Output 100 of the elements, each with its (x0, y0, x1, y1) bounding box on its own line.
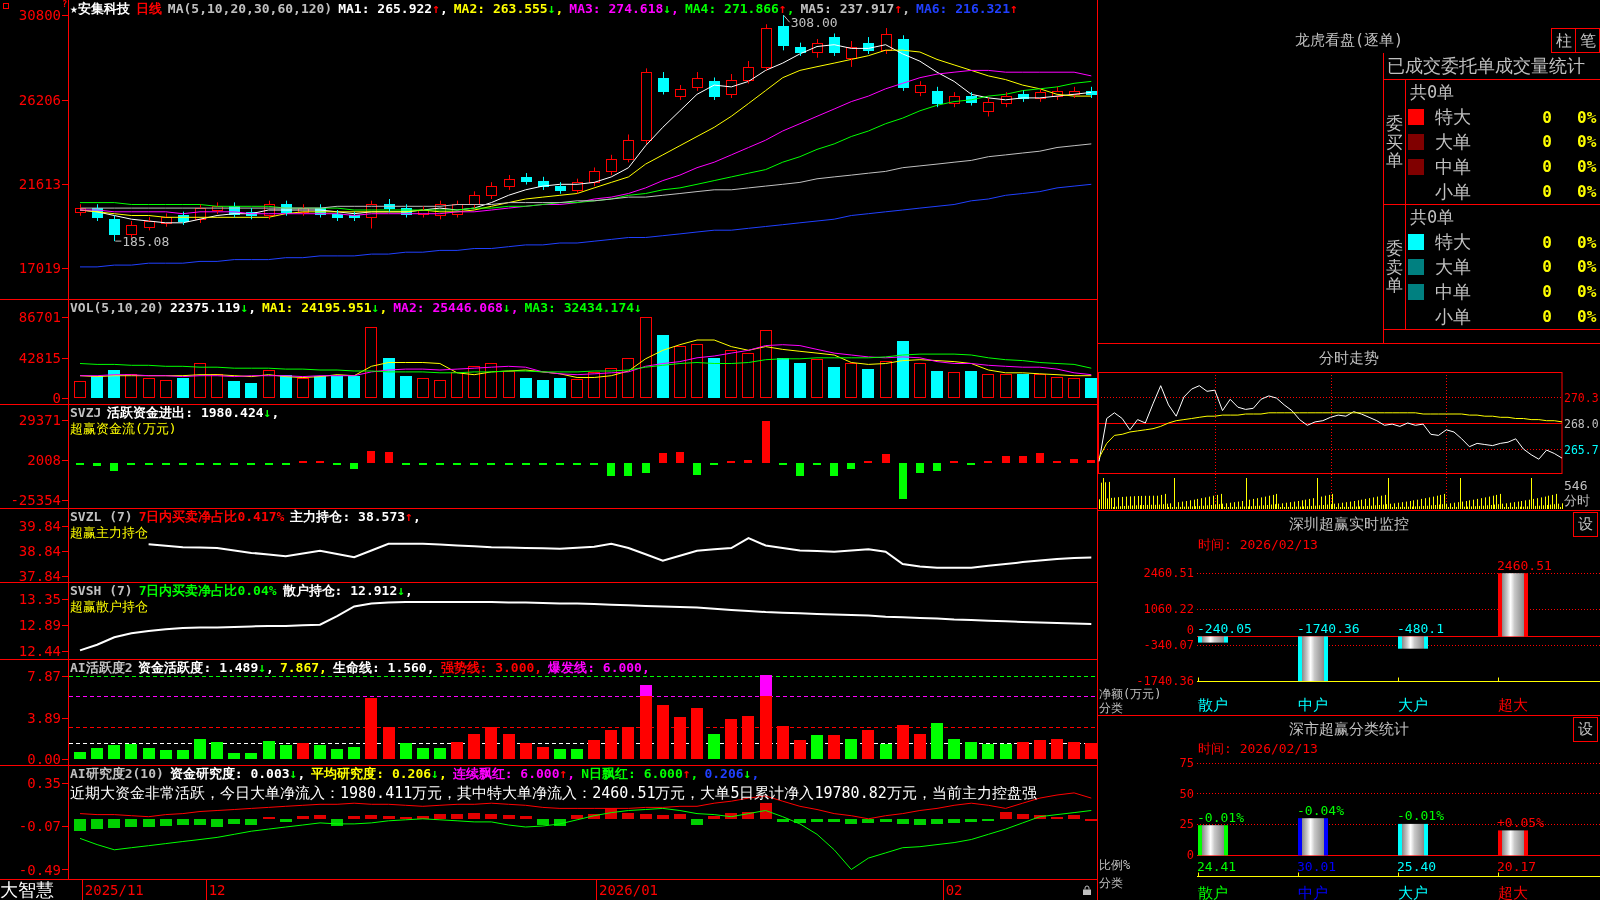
axis-label: 12.89 (18, 617, 61, 634)
category-label: 散户 (1198, 883, 1228, 900)
legend-text: SVZJ (70, 406, 102, 420)
group-label: 委买单 (1386, 113, 1403, 171)
legend-text: ★安集科技 (70, 2, 130, 16)
change-label: -0.04% (1297, 802, 1344, 818)
bar-value-label: 24.41 (1197, 858, 1237, 874)
annotation: 185.08 (114, 233, 170, 249)
view-button[interactable]: 笔 (1575, 28, 1600, 53)
legend-text: MA1: 24195.951↓, (262, 301, 388, 315)
order-size-label: 大单 (1435, 130, 1471, 154)
category-label: 中户 (1298, 883, 1328, 900)
axis-label: 38.84 (18, 542, 61, 559)
order-count: 0 (1542, 307, 1552, 327)
legend-text: VOL(5,10,20) (70, 301, 164, 315)
annotation: 308.00 (783, 14, 838, 30)
order-count: 0 (1542, 182, 1552, 202)
price-axis-label: 270.3 (1564, 390, 1599, 405)
category-label: 大户 (1398, 695, 1428, 714)
axis-title: 比例% (1099, 858, 1131, 872)
axis-label: 2460.51 (1143, 566, 1194, 581)
order-count: 0 (1542, 232, 1552, 252)
legend-text: 7日内买卖净占比0.417% (138, 510, 285, 524)
legend-text: 7.867, (279, 661, 327, 675)
axis-label: 29371 (18, 412, 61, 429)
settings-button[interactable]: 设 (1573, 511, 1598, 537)
axis-label: 0.00 (27, 751, 61, 765)
axis-label: 37.84 (18, 567, 61, 582)
panel-title: 龙虎看盘(逐单) (1294, 31, 1404, 50)
legend-text: AI研究度2(10) (70, 767, 164, 781)
legend-text: 活跃资金进出: 1980.424↓, (107, 406, 280, 420)
legend-text: MA6: 216.321↑ (916, 2, 1018, 16)
legend-text: 22375.119↓, (169, 301, 257, 315)
category-label: 散户 (1198, 695, 1228, 714)
axis-label: -0.49 (18, 861, 61, 878)
axis-title: 净额(万元) (1099, 687, 1162, 701)
order-count: 0 (1542, 282, 1552, 302)
order-size-label: 小单 (1435, 179, 1471, 204)
axis-label: -25354 (10, 492, 61, 508)
order-share: 0% (1577, 107, 1597, 127)
order-size-label: 中单 (1435, 279, 1471, 304)
axis-label: 39.84 (18, 517, 61, 534)
order-count: 0 (1542, 157, 1552, 177)
legend-text: 7日内买卖净占比0.04% (138, 584, 277, 598)
order-share: 0% (1577, 257, 1597, 277)
timestamp: 时间: 2026/02/13 (1198, 740, 1318, 758)
axis-label: 2008 (27, 452, 61, 469)
axis-title: 分类 (1099, 876, 1123, 890)
table-title: 已成交委托单成交量统计 (1387, 54, 1585, 78)
order-total: 共0单 (1410, 80, 1455, 104)
volume-unit-label: 分时 (1564, 492, 1590, 508)
order-size-label: 特大 (1435, 230, 1471, 255)
bar-value-label: 25.40 (1397, 858, 1437, 874)
panel-title: 分时走势 (1319, 348, 1379, 368)
order-size-label: 大单 (1435, 255, 1471, 279)
order-share: 0% (1577, 182, 1597, 202)
bar-value-label: -480.1 (1397, 620, 1444, 636)
axis-label: 0 (1186, 623, 1194, 638)
date-label: 2025/11 (84, 882, 144, 898)
order-share: 0% (1577, 232, 1597, 252)
legend-text: 资金活跃度: 1.489↓, (138, 661, 274, 675)
order-share: 0% (1577, 157, 1597, 177)
indicator-title: 超赢散户持仓 (70, 599, 148, 614)
date-label: 02 (945, 882, 963, 898)
help-mark: ? (62, 0, 68, 9)
axis-label: 1060.22 (1143, 602, 1194, 617)
order-size-label: 特大 (1435, 105, 1471, 130)
legend-text: AI活跃度2 (70, 661, 133, 675)
timestamp: 时间: 2026/02/13 (1198, 536, 1318, 554)
view-button[interactable]: 柱 (1551, 28, 1576, 53)
axis-label: 0 (52, 390, 61, 404)
change-label: +0.05% (1497, 814, 1544, 830)
price-axis-label: 268.0 (1564, 416, 1599, 431)
axis-label: 0.35 (27, 774, 61, 791)
order-count: 0 (1542, 107, 1552, 127)
category-label: 中户 (1298, 695, 1328, 714)
axis-title: 分类 (1099, 701, 1123, 715)
axis-label: 86701 (18, 308, 61, 325)
order-count: 0 (1542, 257, 1552, 277)
bar-value-label: -1740.36 (1297, 620, 1360, 636)
bar-value-label: 2460.51 (1497, 557, 1552, 573)
square-icon (3, 3, 9, 9)
axis-label: 12.44 (18, 643, 61, 659)
legend-text: 爆发线: 6.000, (548, 661, 650, 675)
settings-button[interactable]: 设 (1573, 716, 1598, 742)
category-label: 超大 (1498, 695, 1528, 714)
bar-value-label: 20.17 (1497, 858, 1537, 874)
legend-text: 资金研究度: 0.003↓, (169, 767, 306, 781)
order-share: 0% (1577, 132, 1597, 152)
axis-label: -1740.36 (1136, 674, 1194, 689)
panel-title: 深市超赢分类统计 (1289, 719, 1409, 739)
lock-icon (1083, 885, 1091, 895)
legend-text: N日飘红: 6.000↑, (581, 767, 699, 781)
legend-text: MA2: 263.555↓, (453, 2, 564, 16)
order-size-label: 中单 (1435, 154, 1471, 179)
legend-text: MA(5,10,20,30,60,120) (167, 2, 333, 16)
date-label: 2026/01 (599, 882, 658, 898)
legend-text: MA2: 25446.068↓, (393, 301, 519, 315)
category-label: 大户 (1398, 883, 1428, 900)
axis-label: 30800 (18, 7, 61, 24)
